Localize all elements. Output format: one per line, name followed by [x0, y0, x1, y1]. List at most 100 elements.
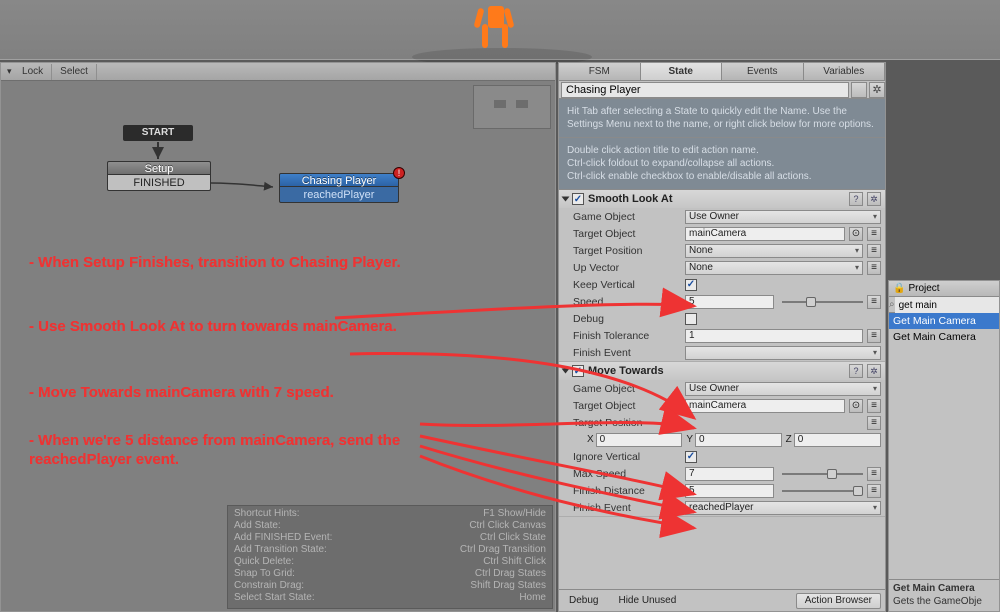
speed-slider[interactable] [782, 295, 863, 309]
ignore-vertical-checkbox[interactable] [685, 451, 697, 463]
object-picker-icon[interactable]: ⊙ [849, 399, 863, 413]
project-item[interactable]: Get Main Camera [889, 313, 999, 329]
project-item[interactable]: Get Main Camera [889, 329, 999, 345]
project-header[interactable]: 🔒 Project [889, 281, 999, 297]
label: Game Object [573, 211, 681, 223]
start-badge: START [123, 125, 193, 141]
action-move-towards: Move Towards ? ✲ Game ObjectUse Owner Ta… [559, 362, 885, 517]
label: Target Object [573, 400, 681, 412]
foldout-arrow-icon[interactable] [562, 197, 570, 202]
label: Finish Tolerance [573, 330, 681, 342]
lock-button[interactable]: Lock [14, 64, 52, 80]
label: Target Position [573, 245, 681, 257]
object-picker-icon[interactable]: ⊙ [849, 227, 863, 241]
action-help-text: Double click action title to edit action… [559, 138, 885, 190]
label: Debug [573, 313, 681, 325]
x-field[interactable]: 0 [596, 433, 683, 447]
game-object-dropdown[interactable]: Use Owner [685, 210, 881, 224]
fsm-toolbar: ▾ Lock Select [1, 63, 555, 81]
tab-fsm[interactable]: FSM [559, 63, 641, 80]
options-icon[interactable]: ≡ [867, 227, 881, 241]
enable-checkbox[interactable] [572, 365, 584, 377]
state-node-chasing-player[interactable]: ! Chasing Player reachedPlayer [279, 173, 399, 203]
minimap[interactable] [473, 85, 551, 129]
state-event[interactable]: reachedPlayer [279, 187, 399, 203]
hide-unused-label: Hide Unused [618, 595, 676, 606]
tab-events[interactable]: Events [722, 63, 804, 80]
keep-vertical-checkbox[interactable] [685, 279, 697, 291]
max-speed-field[interactable]: 7 [685, 467, 774, 481]
chevron-down-icon[interactable]: ▾ [7, 66, 14, 77]
action-title: Smooth Look At [588, 193, 845, 205]
options-icon[interactable]: ≡ [867, 329, 881, 343]
select-button[interactable]: Select [52, 64, 97, 80]
target-object-field[interactable]: mainCamera [685, 399, 845, 413]
gear-icon[interactable]: ✲ [869, 82, 885, 98]
state-title: Chasing Player [279, 173, 399, 187]
action-smooth-look-at: Smooth Look At ? ✲ Game ObjectUse Owner … [559, 190, 885, 362]
action-header[interactable]: Move Towards ? ✲ [559, 362, 885, 380]
label: Finish Distance [573, 485, 681, 497]
state-name-input[interactable] [561, 82, 849, 98]
y-field[interactable]: 0 [695, 433, 782, 447]
z-field[interactable]: 0 [794, 433, 881, 447]
project-footer: Get Main Camera Gets the GameObje [889, 579, 999, 611]
label: Ignore Vertical [573, 451, 681, 463]
target-position-dropdown[interactable]: None [685, 244, 863, 258]
annotation-2: - Use Smooth Look At to turn towards mai… [29, 317, 409, 336]
axis-label: Z [786, 434, 792, 445]
up-vector-dropdown[interactable]: None [685, 261, 863, 275]
annotation-4: - When we're 5 distance from mainCamera,… [29, 431, 449, 469]
debug-label: Debug [569, 595, 598, 606]
options-icon[interactable]: ≡ [867, 295, 881, 309]
label: Keep Vertical [573, 279, 681, 291]
game-object-dropdown[interactable]: Use Owner [685, 382, 881, 396]
action-browser-button[interactable]: Action Browser [796, 593, 881, 609]
horizon-line [0, 59, 1000, 60]
lock-icon[interactable]: 🔒 [893, 281, 905, 296]
project-title: Project [908, 281, 939, 296]
options-icon[interactable]: ≡ [867, 484, 881, 498]
label: Target Object [573, 228, 681, 240]
speed-field[interactable]: 5 [685, 295, 774, 309]
action-header[interactable]: Smooth Look At ? ✲ [559, 190, 885, 208]
state-event[interactable]: FINISHED [107, 175, 211, 191]
options-icon[interactable]: ≡ [867, 467, 881, 481]
state-help-text: Hit Tab after selecting a State to quick… [559, 99, 885, 138]
state-title: Setup [107, 161, 211, 175]
options-icon[interactable]: ≡ [867, 261, 881, 275]
target-object-field[interactable]: mainCamera [685, 227, 845, 241]
label: Target Position [573, 417, 681, 429]
options-icon[interactable]: ≡ [867, 244, 881, 258]
tab-state[interactable]: State [641, 63, 723, 80]
options-icon[interactable]: ≡ [867, 416, 881, 430]
options-icon[interactable]: ≡ [867, 399, 881, 413]
fsm-panel: ▾ Lock Select START Setup FINISHED ! Cha… [0, 62, 556, 612]
gear-icon[interactable]: ✲ [867, 192, 881, 206]
foldout-arrow-icon[interactable] [562, 369, 570, 374]
project-search-input[interactable] [895, 297, 1000, 313]
help-icon[interactable]: ? [849, 192, 863, 206]
error-icon: ! [393, 167, 405, 179]
color-swatch[interactable] [851, 82, 867, 98]
axis-label: X [587, 434, 594, 445]
shortcut-hints: Shortcut Hints:F1 Show/Hide Add State:Ct… [227, 505, 553, 609]
gear-icon[interactable]: ✲ [867, 364, 881, 378]
max-speed-slider[interactable] [782, 467, 863, 481]
finish-event-dropdown[interactable] [685, 346, 881, 360]
enable-checkbox[interactable] [572, 193, 584, 205]
tab-variables[interactable]: Variables [804, 63, 886, 80]
finish-tolerance-field[interactable]: 1 [685, 329, 863, 343]
state-node-setup[interactable]: Setup FINISHED [107, 161, 211, 191]
label: Max Speed [573, 468, 681, 480]
debug-checkbox[interactable] [685, 313, 697, 325]
finish-distance-slider[interactable] [782, 484, 863, 498]
finish-distance-field[interactable]: 5 [685, 484, 774, 498]
label: Finish Event [573, 347, 681, 359]
state-name-bar: ✲ [559, 81, 885, 99]
project-search: ⌕ [889, 297, 999, 313]
annotation-3: - Move Towards mainCamera with 7 speed. [29, 383, 449, 402]
help-icon[interactable]: ? [849, 364, 863, 378]
fsm-canvas[interactable]: START Setup FINISHED ! Chasing Player re… [1, 81, 555, 611]
finish-event-dropdown[interactable]: reachedPlayer [685, 501, 881, 515]
